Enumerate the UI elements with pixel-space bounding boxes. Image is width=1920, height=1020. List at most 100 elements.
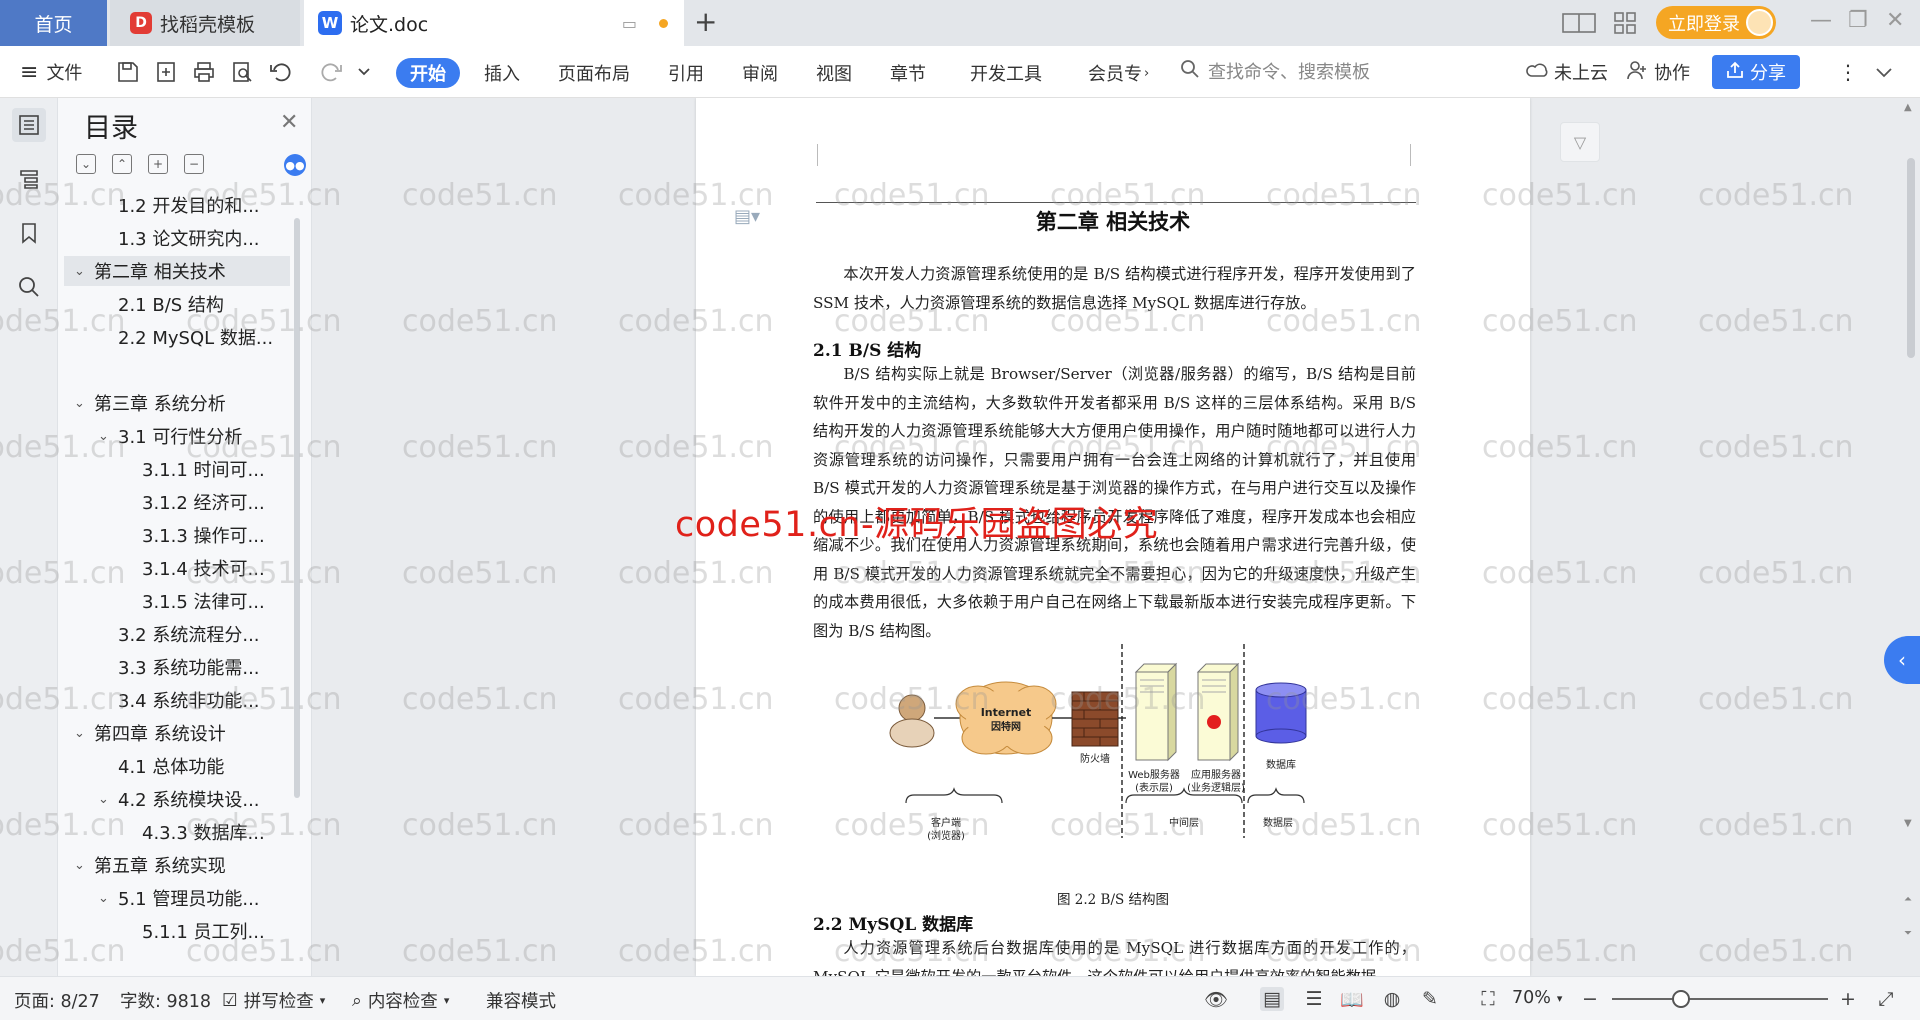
monitor-icon[interactable]: ▭ [622, 14, 637, 33]
chevron-down-icon[interactable]: ⌄ [74, 858, 94, 873]
tab-references[interactable]: 引用 [668, 58, 704, 88]
export-pdf-icon[interactable] [154, 60, 178, 84]
collapse-ribbon-icon[interactable] [1874, 56, 1894, 88]
scrollbar-thumb[interactable] [1907, 158, 1915, 358]
zoom-level[interactable]: 70% ▾ [1512, 988, 1562, 1008]
grid-apps-icon[interactable] [1614, 0, 1636, 46]
collaborate-button[interactable]: 协作 [1626, 56, 1690, 88]
chevron-down-icon[interactable]: ⌄ [98, 891, 118, 906]
toc-item[interactable]: ⌄ 5.1 管理员功能... [58, 883, 290, 913]
file-menu[interactable]: ≡ 文件 [20, 56, 82, 88]
tab-review[interactable]: 审阅 [742, 58, 778, 88]
toc-item[interactable]: 5.1.1 员工列... [58, 916, 290, 946]
toc-item[interactable]: 2.2 MySQL 数据... [58, 322, 290, 352]
unsaved-dot-icon[interactable] [659, 18, 668, 28]
toc-item[interactable]: 3.1.5 法律可... [58, 586, 290, 616]
toc-item[interactable]: 3.1.1 时间可... [58, 454, 290, 484]
cloud-status[interactable]: 未上云 [1526, 56, 1608, 88]
document-page[interactable]: ▤▾ 第二章 相关技术 本次开发人力资源管理系统使用的是 B/S 结构模式进行程… [696, 98, 1530, 976]
toc-item[interactable]: ⌄ 第五章 系统实现 [58, 850, 290, 880]
new-tab-button[interactable]: + [694, 8, 717, 36]
web-view-icon[interactable]: ◍ [1380, 987, 1404, 1011]
minimize-icon[interactable]: — [1810, 8, 1832, 33]
save-icon[interactable] [116, 60, 140, 84]
toc-item[interactable]: ⌄ 第三章 系统分析 [58, 388, 290, 418]
toc-item[interactable]: 3.1.4 技术可... [58, 553, 290, 583]
toc-item[interactable]: 3.2 系统流程分... [58, 619, 290, 649]
login-button[interactable]: 立即登录 [1656, 6, 1776, 39]
tab-home[interactable]: 首页 [0, 0, 107, 46]
reading-view-icon[interactable]: 📖 [1340, 987, 1364, 1011]
chevron-down-icon[interactable]: ⌄ [74, 396, 94, 411]
chevron-down-icon[interactable]: ⌄ [98, 792, 118, 807]
chevron-down-icon[interactable]: ⌄ [74, 726, 94, 741]
restore-icon[interactable]: ❐ [1848, 8, 1868, 33]
toc-scrollbar[interactable] [294, 218, 300, 798]
more-chevron-down-icon[interactable] [356, 60, 380, 84]
undo-icon[interactable] [268, 60, 292, 84]
bookmark-icon[interactable] [12, 216, 46, 250]
tab-insert[interactable]: 插入 [484, 58, 520, 88]
toc-item[interactable]: 2.1 B/S 结构 [58, 289, 290, 319]
toc-item[interactable]: 3.3 系统功能需... [58, 652, 290, 682]
scroll-up-icon[interactable]: ▲ [1904, 102, 1912, 113]
add-heading-icon[interactable]: + [148, 154, 168, 174]
fit-page-icon[interactable]: ⛶ [1476, 987, 1500, 1011]
tab-template[interactable]: D 找稻壳模板 [110, 0, 300, 46]
toc-item[interactable]: 3.4 系统非功能... [58, 685, 290, 715]
toc-item[interactable]: 3.1.3 操作可... [58, 520, 290, 550]
toc-item[interactable]: ⌄ 3.1 可行性分析 [58, 421, 290, 451]
prev-page-icon[interactable]: ⏶ [1904, 894, 1912, 905]
toc-item[interactable]: 4.1 总体功能 [58, 751, 290, 781]
tab-home-ribbon[interactable]: 开始 [396, 58, 460, 88]
layout-icon[interactable] [1562, 0, 1596, 46]
word-count[interactable]: 字数: 9818 [120, 988, 211, 1013]
find-icon[interactable] [12, 270, 46, 304]
redo-icon[interactable] [316, 60, 342, 84]
tab-view[interactable]: 视图 [816, 58, 852, 88]
zoom-in-icon[interactable]: + [1836, 987, 1860, 1011]
scroll-down-icon[interactable]: ▼ [1904, 818, 1912, 829]
tab-sections[interactable]: 章节 [890, 58, 926, 88]
chevron-down-icon[interactable]: ⌄ [98, 429, 118, 444]
toc-item[interactable]: 1.3 论文研究内... [58, 223, 290, 253]
print-icon[interactable] [192, 60, 216, 84]
zoom-slider-track[interactable] [1612, 998, 1828, 1000]
chevron-down-icon[interactable]: ⌄ [74, 264, 94, 279]
more-options-icon[interactable]: ⋮ [1838, 56, 1858, 88]
fullscreen-icon[interactable]: ⤢ [1874, 987, 1898, 1011]
outline-view-icon[interactable]: ☰ [1302, 987, 1326, 1011]
tab-document[interactable]: W 论文.doc ▭ [304, 0, 684, 46]
command-search[interactable]: 查找命令、搜索模板 [1180, 58, 1370, 84]
zoom-out-icon[interactable]: − [1578, 987, 1602, 1011]
toc-item[interactable]: 3.1.2 经济可... [58, 487, 290, 517]
toc-sync-toggle-icon[interactable]: ●● [284, 154, 306, 176]
expand-up-icon[interactable]: ⌃ [112, 154, 132, 174]
tab-developer[interactable]: 开发工具 [970, 58, 1042, 88]
vertical-scrollbar[interactable]: ▲ ▼ ⏶ ⏷ [1902, 98, 1920, 976]
next-page-icon[interactable]: ⏷ [1904, 928, 1912, 939]
print-preview-icon[interactable] [230, 60, 254, 84]
toc-item[interactable]: ⌄ 4.2 系统模块设... [58, 784, 290, 814]
tab-page-layout[interactable]: 页面布局 [558, 58, 630, 88]
zoom-slider-handle[interactable] [1672, 990, 1690, 1008]
eye-protection-icon[interactable]: 👁 [1204, 987, 1228, 1011]
share-button[interactable]: 分享 [1712, 55, 1800, 89]
toc-item[interactable]: 4.3.3 数据库... [58, 817, 290, 847]
spellcheck-button[interactable]: ☑ 拼写检查 ▾ [222, 988, 325, 1013]
write-mode-icon[interactable]: ✎ [1418, 987, 1442, 1011]
remove-heading-icon[interactable]: − [184, 154, 204, 174]
content-check-button[interactable]: ⌕ 内容检查 ▾ [352, 988, 449, 1013]
collapse-all-icon[interactable]: ⌄ [76, 154, 96, 174]
toc-item[interactable]: ⌄ 第二章 相关技术 [64, 256, 290, 286]
filter-icon[interactable]: ▽ [1560, 122, 1600, 162]
toc-panel-icon[interactable] [12, 108, 46, 142]
close-icon[interactable]: ✕ [280, 110, 298, 135]
tab-member[interactable]: 会员专 › [1088, 58, 1149, 88]
toc-item[interactable]: 1.2 开发目的和... [58, 190, 290, 220]
toc-item[interactable]: ⌄ 第四章 系统设计 [58, 718, 290, 748]
page-view-icon[interactable]: ▤ [1260, 987, 1284, 1011]
navigation-panel-icon[interactable] [12, 162, 46, 196]
page-indicator[interactable]: 页面: 8/27 [14, 988, 100, 1013]
close-window-icon[interactable]: ✕ [1886, 8, 1904, 33]
